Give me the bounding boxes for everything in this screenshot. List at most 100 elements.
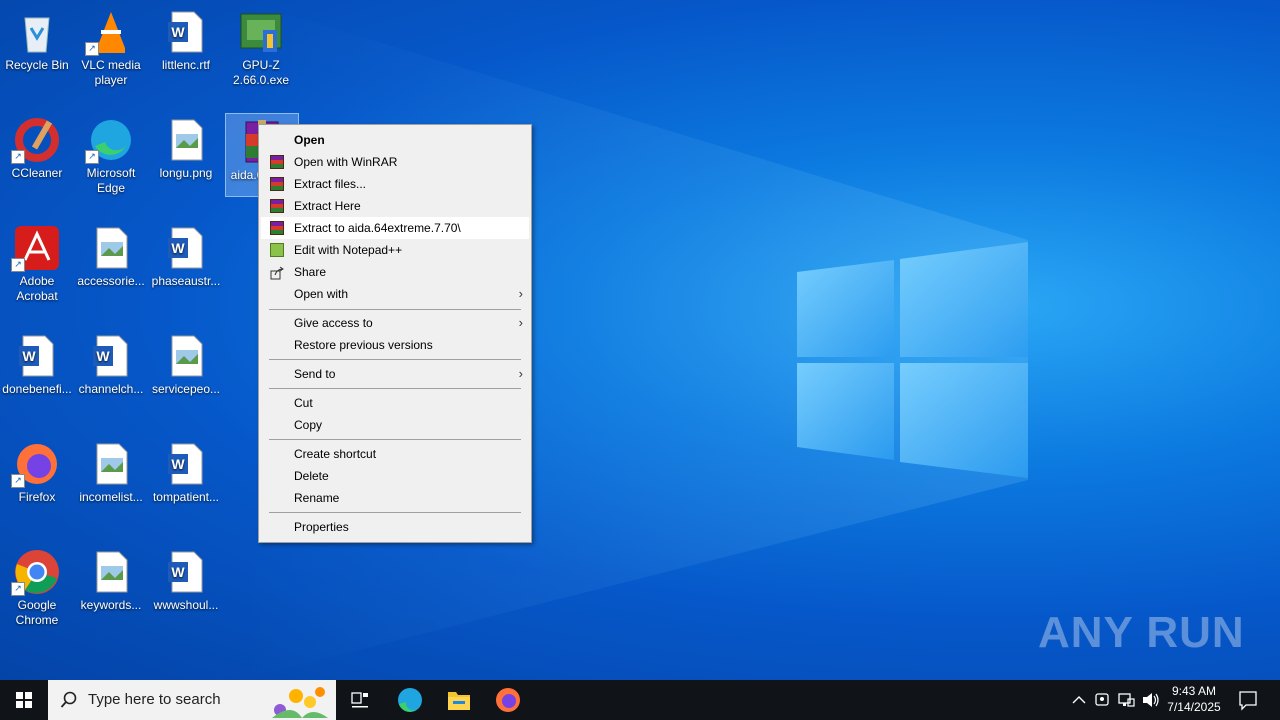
image-file-icon bbox=[87, 224, 135, 272]
menu-item-label: Open with WinRAR bbox=[294, 155, 398, 169]
menu-item-label: Send to bbox=[294, 367, 336, 381]
desktop-icon-keywords[interactable]: keywords... bbox=[74, 544, 148, 613]
winrar-icon bbox=[270, 177, 284, 191]
winrar-icon bbox=[270, 199, 284, 213]
edge-icon: ↗ bbox=[85, 116, 135, 164]
clock-time: 9:43 AM bbox=[1171, 684, 1217, 698]
desktop-icon-gpu-z[interactable]: GPU-Z 2.66.0.exe bbox=[224, 4, 298, 88]
desktop-icon-vlc[interactable]: ↗ VLC media player bbox=[74, 4, 148, 88]
menu-item-label: Copy bbox=[294, 418, 323, 432]
menu-item-extract-to[interactable]: Extract to aida.64extreme.7.70\ bbox=[261, 217, 529, 239]
winrar-icon bbox=[270, 155, 284, 169]
menu-item-label: Open with bbox=[294, 287, 349, 301]
desktop-icon-accessorie[interactable]: accessorie... bbox=[74, 220, 148, 289]
chevron-right-icon: › bbox=[518, 286, 523, 301]
image-file-icon bbox=[162, 116, 210, 164]
tray-meet-now-button[interactable] bbox=[1092, 680, 1114, 720]
taskbar-edge-button[interactable] bbox=[386, 680, 434, 720]
menu-item-label: Share bbox=[294, 265, 327, 279]
desktop-icon-firefox[interactable]: ↗ Firefox bbox=[0, 436, 74, 505]
menu-item-label: Extract files... bbox=[294, 177, 367, 191]
shortcut-arrow-icon: ↗ bbox=[11, 150, 25, 164]
edge-icon bbox=[398, 688, 422, 712]
windows-logo-icon bbox=[16, 692, 32, 708]
icon-label: CCleaner bbox=[11, 166, 63, 180]
desktop-icon-phaseaustr[interactable]: W phaseaustr... bbox=[149, 220, 223, 289]
desktop-icon-donebenefi[interactable]: W donebenefi... bbox=[0, 328, 74, 397]
desktop[interactable]: Recycle Bin ↗ CCleaner ↗ Adobe Acrobat W… bbox=[0, 0, 1280, 680]
menu-item-cut[interactable]: Cut bbox=[261, 392, 529, 414]
menu-item-edit-notepadpp[interactable]: Edit with Notepad++ bbox=[261, 239, 529, 261]
menu-separator bbox=[269, 512, 521, 513]
desktop-icon-servicepeo[interactable]: servicepeo... bbox=[149, 328, 223, 397]
menu-item-label: Create shortcut bbox=[294, 447, 377, 461]
desktop-icon-recycle-bin[interactable]: Recycle Bin bbox=[0, 4, 74, 73]
desktop-icon-ccleaner[interactable]: ↗ CCleaner bbox=[0, 112, 74, 181]
icon-label: Firefox bbox=[18, 490, 56, 504]
meet-now-icon bbox=[1095, 693, 1109, 706]
show-hidden-icons-button[interactable] bbox=[1068, 680, 1090, 720]
menu-item-extract-files[interactable]: Extract files... bbox=[261, 173, 529, 195]
desktop-icon-adobe-acrobat[interactable]: ↗ Adobe Acrobat bbox=[0, 220, 74, 304]
icon-label: channelch... bbox=[78, 382, 144, 396]
icon-label: Recycle Bin bbox=[5, 58, 69, 72]
search-placeholder: Type here to search bbox=[88, 691, 221, 708]
menu-item-properties[interactable]: Properties bbox=[261, 516, 529, 538]
clock-date: 7/14/2025 bbox=[1167, 700, 1221, 714]
ccleaner-icon: ↗ bbox=[11, 116, 61, 164]
recycle-bin-icon bbox=[13, 8, 61, 56]
desktop-icon-littlenc[interactable]: W littlenc.rtf bbox=[149, 4, 223, 73]
desktop-icon-incomelist[interactable]: incomelist... bbox=[74, 436, 148, 505]
task-view-button[interactable] bbox=[336, 680, 384, 720]
desktop-icon-channelch[interactable]: W channelch... bbox=[74, 328, 148, 397]
menu-item-send-to[interactable]: Send to › bbox=[261, 363, 529, 385]
taskbar-clock[interactable]: 9:43 AM 7/14/2025 bbox=[1158, 683, 1230, 715]
word-document-icon: W bbox=[162, 548, 210, 596]
image-file-icon bbox=[87, 440, 135, 488]
menu-item-share[interactable]: Share bbox=[261, 261, 529, 283]
menu-item-rename[interactable]: Rename bbox=[261, 487, 529, 509]
menu-item-open-with-winrar[interactable]: Open with WinRAR bbox=[261, 151, 529, 173]
menu-item-label: Restore previous versions bbox=[294, 338, 433, 352]
shortcut-arrow-icon: ↗ bbox=[11, 474, 25, 488]
desktop-icon-google-chrome[interactable]: ↗ Google Chrome bbox=[0, 544, 74, 628]
menu-item-label: Extract Here bbox=[294, 199, 361, 213]
menu-separator bbox=[269, 388, 521, 389]
action-center-button[interactable] bbox=[1232, 680, 1264, 720]
desktop-icon-tompatient[interactable]: W tompatient... bbox=[149, 436, 223, 505]
menu-item-restore-previous[interactable]: Restore previous versions bbox=[261, 334, 529, 356]
icon-label: Google Chrome bbox=[15, 598, 59, 627]
taskbar-firefox-button[interactable] bbox=[484, 680, 532, 720]
taskbar-search-box[interactable]: Type here to search bbox=[48, 680, 336, 720]
vlc-icon: ↗ bbox=[85, 8, 135, 56]
word-document-icon: W bbox=[162, 8, 210, 56]
menu-item-create-shortcut[interactable]: Create shortcut bbox=[261, 443, 529, 465]
desktop-icon-microsoft-edge[interactable]: ↗ Microsoft Edge bbox=[74, 112, 148, 196]
desktop-icon-longu[interactable]: longu.png bbox=[149, 112, 223, 181]
menu-item-label: Open bbox=[294, 133, 325, 147]
menu-item-delete[interactable]: Delete bbox=[261, 465, 529, 487]
icon-label: wwwshoul... bbox=[153, 598, 219, 612]
desktop-icon-wwwshoul[interactable]: W wwwshoul... bbox=[149, 544, 223, 613]
share-icon bbox=[270, 265, 284, 280]
menu-item-open[interactable]: Open bbox=[261, 129, 529, 151]
menu-item-copy[interactable]: Copy bbox=[261, 414, 529, 436]
tray-network-button[interactable] bbox=[1116, 680, 1138, 720]
menu-item-open-with[interactable]: Open with › bbox=[261, 283, 529, 305]
menu-separator bbox=[269, 439, 521, 440]
menu-item-give-access[interactable]: Give access to › bbox=[261, 312, 529, 334]
adobe-acrobat-icon: ↗ bbox=[11, 224, 61, 272]
menu-item-label: Cut bbox=[294, 396, 313, 410]
chevron-right-icon: › bbox=[518, 366, 523, 381]
menu-item-label: Extract to aida.64extreme.7.70\ bbox=[294, 221, 461, 235]
menu-item-label: Edit with Notepad++ bbox=[294, 243, 403, 257]
icon-label: littlenc.rtf bbox=[161, 58, 210, 72]
file-explorer-icon bbox=[448, 692, 470, 710]
icon-label: Adobe Acrobat bbox=[16, 274, 58, 303]
start-button[interactable] bbox=[0, 680, 48, 720]
menu-item-label: Give access to bbox=[294, 316, 373, 330]
taskbar-file-explorer-button[interactable] bbox=[435, 680, 483, 720]
search-highlight-flowers-icon bbox=[272, 687, 328, 718]
menu-item-extract-here[interactable]: Extract Here bbox=[261, 195, 529, 217]
svg-text:W: W bbox=[171, 240, 185, 256]
